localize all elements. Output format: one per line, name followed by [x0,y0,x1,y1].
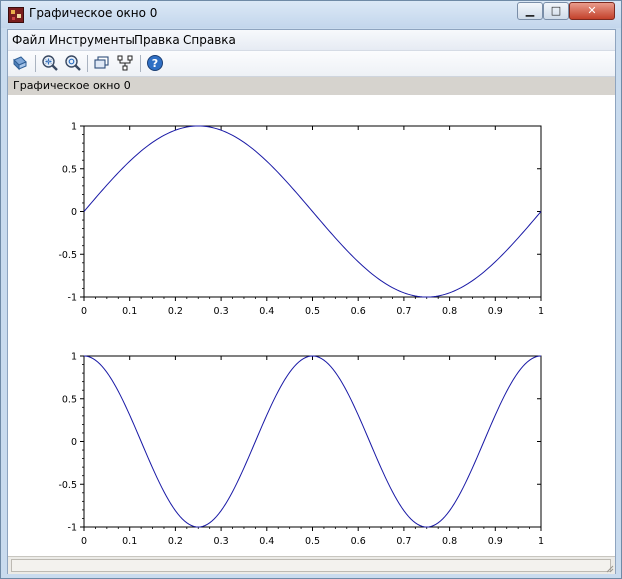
y-tick-label: -0.5 [58,480,77,491]
rotate-icon[interactable] [10,53,30,73]
x-tick-label: 0.3 [214,536,229,547]
info-bar-text: Графическое окно 0 [13,79,131,92]
x-tick-label: 0.2 [168,536,183,547]
x-tick-label: 0.1 [122,536,137,547]
status-bar [8,556,615,574]
x-tick-label: 0.8 [442,536,457,547]
zoom-out-icon[interactable] [63,53,83,73]
x-tick-label: 0.9 [488,306,503,317]
minimize-button[interactable]: ▁ [517,2,543,20]
x-tick-label: 0.2 [168,306,183,317]
info-bar: Графическое окно 0 [8,77,615,95]
y-tick-label: 0 [71,437,77,448]
menu-file[interactable]: Файл [12,33,45,47]
zoom-in-icon[interactable] [40,53,60,73]
x-tick-label: 0 [81,306,87,317]
scilab-app-icon [8,7,24,23]
x-tick-label: 0.3 [214,306,229,317]
curve-series-1 [83,125,542,298]
window-title: Графическое окно 0 [29,6,158,20]
x-tick-label: 0.5 [305,536,320,547]
x-tick-label: 0.6 [351,306,366,317]
subplot-2[interactable]: 0 0.1 0.2 0.3 0.4 0.5 0.6 0.7 0.8 0.9 1 -1 -0.5 0 0.5 1 [58,352,544,548]
x-tick-label: 0.9 [488,536,503,547]
datatip-icon[interactable] [92,53,112,73]
x-tick-label: 0.7 [396,536,411,547]
maximize-button[interactable]: □ [543,2,569,20]
editor-icon[interactable] [115,53,135,73]
menu-bar: Файл Инструменты Правка Справка [8,30,615,51]
x-tick-label: 0.1 [122,306,137,317]
menu-tools[interactable]: Инструменты [49,33,135,47]
x-tick-label: 1 [538,536,544,547]
resize-grip-icon[interactable] [604,563,614,573]
curve-series-1 [83,355,542,528]
y-tick-label: -1 [68,523,77,534]
status-field [11,559,611,572]
y-tick-label: 0 [71,207,77,218]
title-bar[interactable]: Графическое окно 0 ▁ □ ✕ [1,1,621,28]
menu-edit[interactable]: Правка [134,33,180,47]
toolbar: ? [8,51,615,77]
y-tick-label: -1 [68,293,77,304]
help-icon[interactable]: ? [145,53,165,73]
y-tick-label: 1 [71,122,77,133]
plots-canvas[interactable]: 0 0.1 0.2 0.3 0.4 0.5 0.6 0.7 0.8 0.9 1 -1 -0.5 0 0.5 1… [8,95,615,555]
subplot-1[interactable]: 0 0.1 0.2 0.3 0.4 0.5 0.6 0.7 0.8 0.9 1 -1 -0.5 0 0.5 1 [58,122,544,318]
x-tick-label: 0.4 [259,306,274,317]
x-tick-label: 0.7 [396,306,411,317]
close-button[interactable]: ✕ [569,2,615,20]
x-tick-label: 0.5 [305,306,320,317]
y-tick-label: -0.5 [58,250,77,261]
x-tick-label: 0.4 [259,536,274,547]
x-tick-label: 0 [81,536,87,547]
plot-area[interactable]: 0 0.1 0.2 0.3 0.4 0.5 0.6 0.7 0.8 0.9 1 -1 -0.5 0 0.5 1… [8,95,615,555]
axes-box [83,355,542,528]
svg-text:?: ? [152,57,158,70]
x-tick-label: 1 [538,306,544,317]
x-tick-label: 0.6 [351,536,366,547]
y-tick-label: 0.5 [62,394,77,405]
window-client-area: Файл Инструменты Правка Справка ? Графич… [7,29,616,574]
y-tick-label: 1 [71,352,77,363]
graphic-window: Графическое окно 0 ▁ □ ✕ Файл Инструмент… [0,0,622,579]
menu-help[interactable]: Справка [183,33,236,47]
x-tick-label: 0.8 [442,306,457,317]
y-tick-label: 0.5 [62,164,77,175]
